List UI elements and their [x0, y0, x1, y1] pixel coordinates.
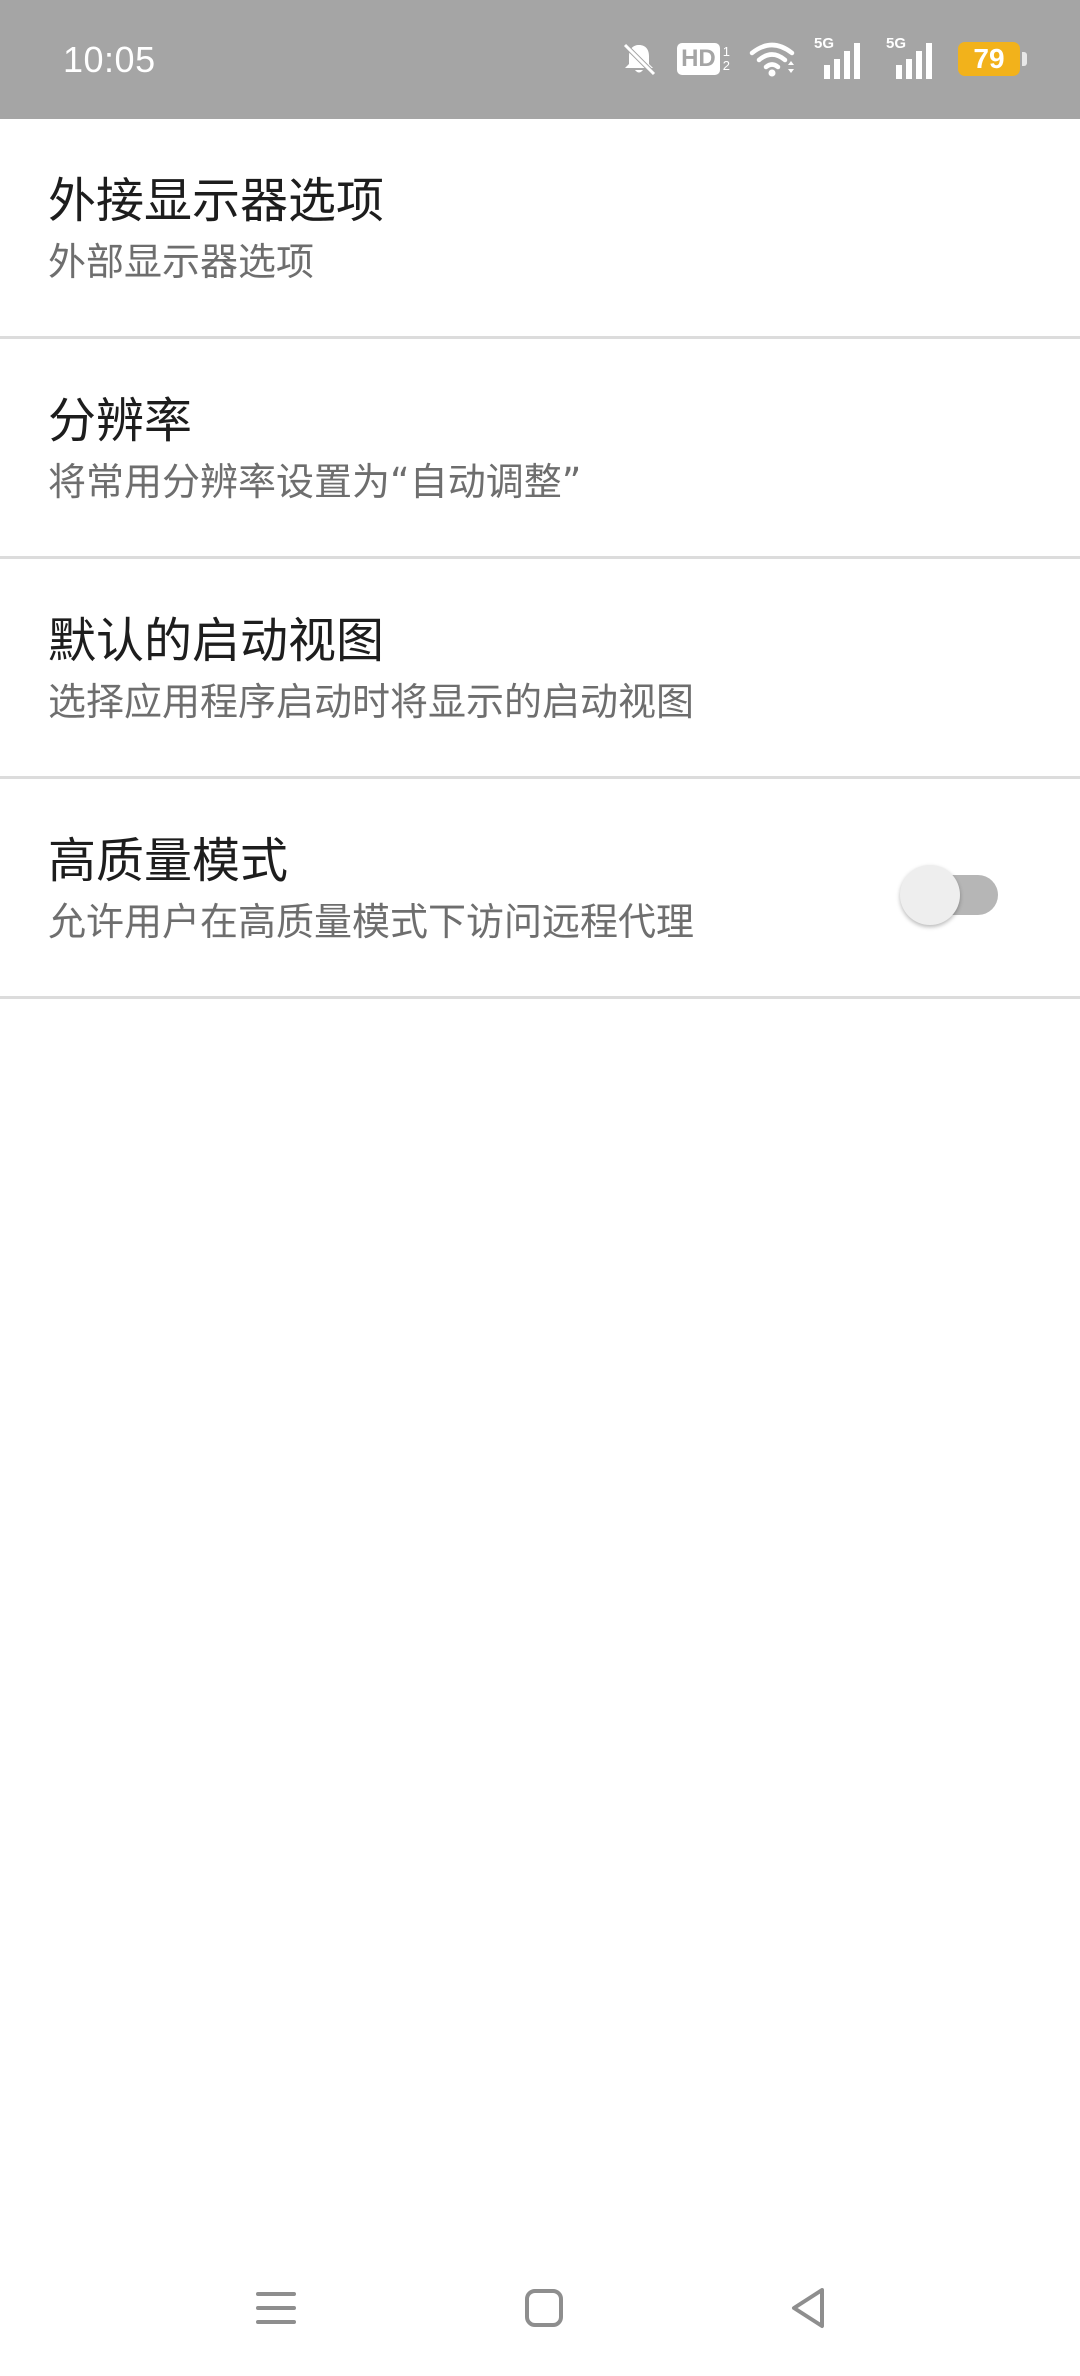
setting-title: 高质量模式 [48, 833, 289, 889]
menu-button[interactable] [236, 2276, 316, 2340]
battery-icon: 79 [958, 42, 1027, 76]
status-icons: HD 12 5G 5G 79 [619, 34, 1027, 84]
setting-high-quality-mode[interactable]: 高质量模式 允许用户在高质量模式下访问远程代理 [0, 779, 1080, 999]
menu-icon [256, 2292, 296, 2324]
setting-summary: 外部显示器选项 [48, 240, 315, 284]
status-bar: 10:05 HD 12 5G 5G 79 [0, 0, 1080, 119]
signal-5g-icon: 5G [814, 35, 868, 81]
setting-summary: 允许用户在高质量模式下访问远程代理 [48, 900, 695, 944]
back-icon [792, 2288, 824, 2328]
hd-icon: HD 12 [677, 43, 730, 75]
toggle-thumb [900, 865, 960, 925]
signal-5g-icon: 5G [886, 35, 940, 81]
setting-default-launch-view[interactable]: 默认的启动视图 选择应用程序启动时将显示的启动视图 [0, 559, 1080, 779]
high-quality-mode-toggle[interactable] [900, 865, 1000, 925]
home-icon [525, 2289, 563, 2327]
battery-level: 79 [973, 43, 1005, 74]
settings-list: 外接显示器选项 外部显示器选项 分辨率 将常用分辨率设置为“自动调整” 默认的启… [0, 119, 1080, 999]
home-button[interactable] [504, 2276, 584, 2340]
navigation-bar [0, 2240, 1080, 2376]
back-button[interactable] [768, 2276, 848, 2340]
setting-resolution[interactable]: 分辨率 将常用分辨率设置为“自动调整” [0, 339, 1080, 559]
wifi-icon [749, 42, 795, 77]
status-time: 10:05 [63, 39, 156, 80]
setting-title: 默认的启动视图 [48, 613, 385, 669]
bell-off-icon [623, 43, 656, 76]
setting-summary: 选择应用程序启动时将显示的启动视图 [48, 680, 695, 724]
setting-external-display[interactable]: 外接显示器选项 外部显示器选项 [0, 119, 1080, 339]
setting-summary: 将常用分辨率设置为“自动调整” [48, 460, 582, 504]
setting-title: 分辨率 [48, 393, 193, 449]
setting-title: 外接显示器选项 [48, 173, 385, 229]
